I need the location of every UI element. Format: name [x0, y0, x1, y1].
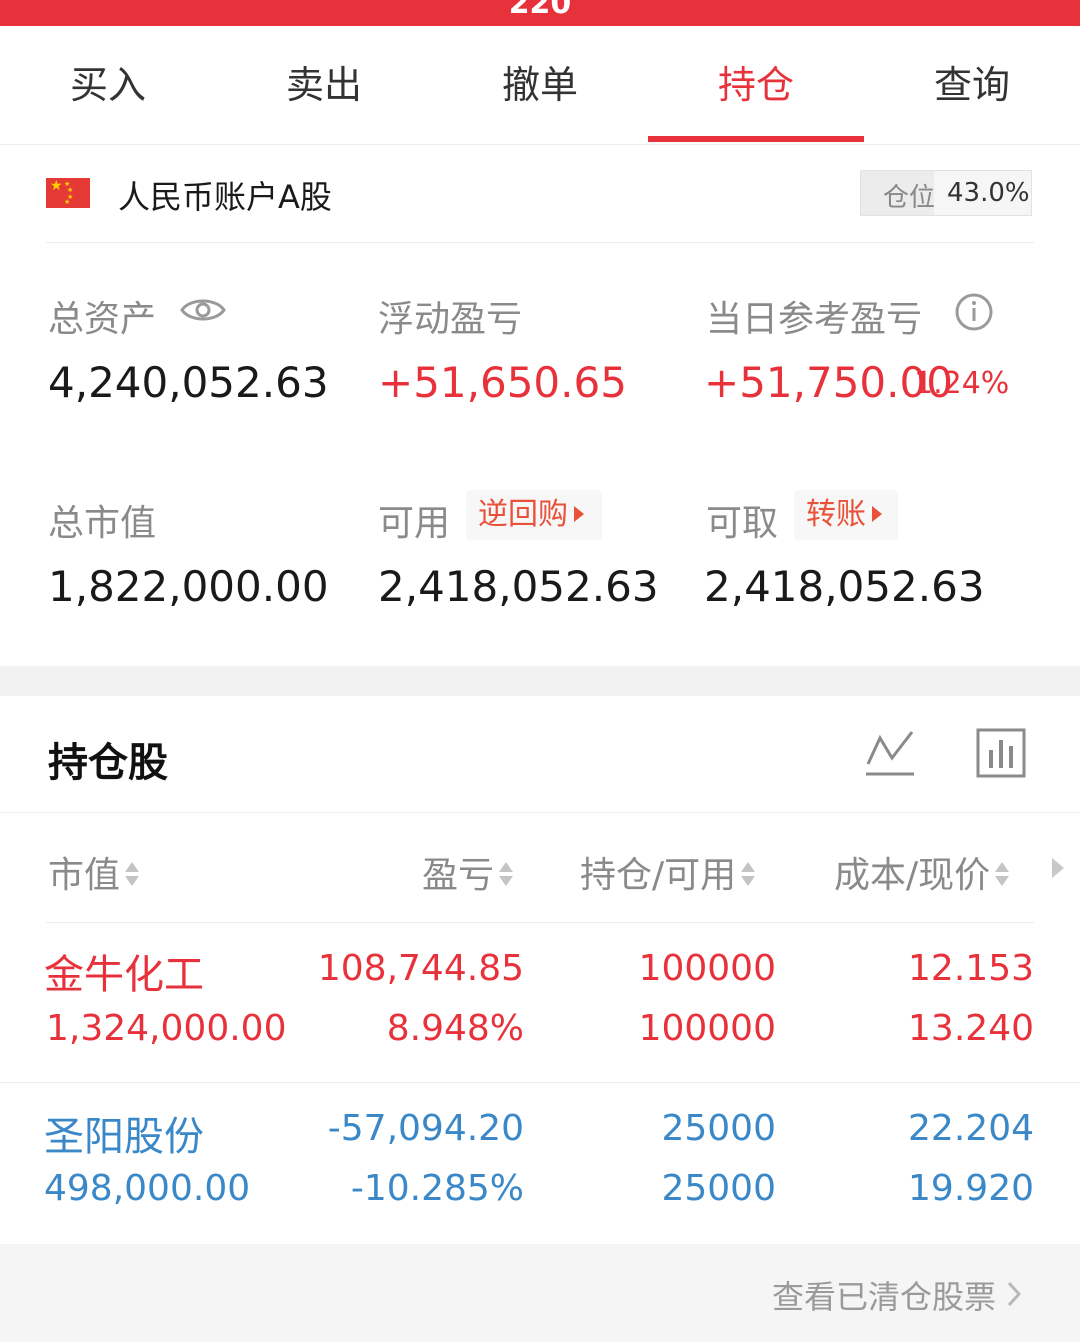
active-tab-indicator [648, 136, 864, 142]
market-value-label: 总市值 [48, 503, 157, 544]
tab-holdings[interactable]: 持仓 [648, 26, 864, 144]
tab-cancel-order[interactable]: 撤单 [432, 26, 648, 144]
divider [46, 922, 1034, 923]
total-assets-value: 4,240,052.63 [48, 358, 329, 407]
reverse-repo-button[interactable]: 逆回购 [466, 490, 602, 540]
withdrawable-label: 可取 [706, 503, 779, 544]
sort-icon [741, 862, 756, 886]
position-cell: 100000 [638, 948, 776, 989]
caret-right-icon [872, 506, 882, 522]
caret-right-icon [574, 506, 584, 522]
price-cell: 19.920 [908, 1168, 1034, 1209]
market-value-value: 1,822,000.00 [48, 562, 329, 611]
column-header-label: 成本/现价 [834, 855, 991, 896]
eye-icon[interactable] [180, 294, 226, 326]
trade-tabs: 买入 卖出 撤单 持仓 查询 [0, 26, 1080, 145]
position-ratio-badge: 仓位 43.0% [860, 170, 1032, 216]
total-assets-label: 总资产 [48, 299, 157, 340]
column-header-pnl[interactable]: 盈亏 [422, 846, 514, 898]
cost-cell: 22.204 [908, 1108, 1034, 1149]
transfer-button[interactable]: 转账 [794, 490, 898, 540]
view-cleared-stocks-link[interactable]: 查看已清仓股票 [772, 1272, 996, 1318]
cost-cell: 12.153 [908, 948, 1034, 989]
column-header-label: 持仓/可用 [580, 855, 737, 896]
position-value: 43.0% [947, 178, 1030, 208]
column-header-market-value[interactable]: 市值 [48, 846, 140, 898]
market-value-cell: 1,324,000.00 [46, 1008, 287, 1049]
position-cell: 25000 [661, 1108, 776, 1149]
bar-chart-icon[interactable] [976, 728, 1026, 778]
cleared-stocks-footer[interactable]: 查看已清仓股票 [0, 1244, 1080, 1342]
divider [46, 242, 1034, 243]
scroll-right-icon[interactable] [1052, 858, 1064, 878]
floating-pnl-value: +51,650.65 [378, 358, 627, 407]
column-header-label: 市值 [48, 855, 121, 896]
position-label: 仓位 [883, 183, 936, 213]
sort-icon [995, 862, 1010, 886]
sort-icon [499, 862, 514, 886]
status-bar-text: 220 [508, 0, 572, 21]
tab-buy[interactable]: 买入 [0, 26, 216, 144]
pnl-cell: 108,744.85 [317, 948, 524, 989]
available-cell: 25000 [661, 1168, 776, 1209]
column-header-label: 盈亏 [422, 855, 495, 896]
account-name[interactable]: 人民币账户A股 [118, 172, 332, 218]
withdrawable-value: 2,418,052.63 [704, 562, 985, 611]
price-cell: 13.240 [908, 1008, 1034, 1049]
pnl-cell: -57,094.20 [327, 1108, 524, 1149]
daily-pnl-percent: 1.24% [914, 366, 1010, 401]
sort-icon [125, 862, 140, 886]
transfer-label: 转账 [806, 497, 866, 532]
stock-name: 金牛化工 [44, 952, 204, 998]
pnl-percent-cell: -10.285% [350, 1168, 524, 1209]
available-cell: 100000 [638, 1008, 776, 1049]
top-status-bar: 220 [0, 0, 1080, 26]
china-flag-icon: ★ ★ ★ ★ ★ [46, 178, 90, 208]
reverse-repo-label: 逆回购 [478, 497, 568, 532]
divider [0, 812, 1080, 813]
info-icon[interactable] [954, 292, 994, 332]
section-gap [0, 666, 1080, 696]
divider [0, 1082, 1080, 1083]
stock-name: 圣阳股份 [44, 1114, 204, 1160]
market-value-cell: 498,000.00 [44, 1168, 251, 1209]
holdings-title: 持仓股 [48, 740, 168, 786]
trend-chart-icon[interactable] [864, 728, 916, 778]
column-header-position[interactable]: 持仓/可用 [580, 846, 756, 898]
available-label: 可用 [378, 503, 451, 544]
available-value: 2,418,052.63 [378, 562, 659, 611]
column-header-cost-price[interactable]: 成本/现价 [834, 846, 1010, 898]
tab-sell[interactable]: 卖出 [216, 26, 432, 144]
daily-pnl-label: 当日参考盈亏 [706, 299, 923, 340]
chevron-right-icon [1007, 1281, 1022, 1307]
floating-pnl-label: 浮动盈亏 [378, 299, 523, 340]
tab-query[interactable]: 查询 [864, 26, 1080, 144]
pnl-percent-cell: 8.948% [386, 1008, 524, 1049]
